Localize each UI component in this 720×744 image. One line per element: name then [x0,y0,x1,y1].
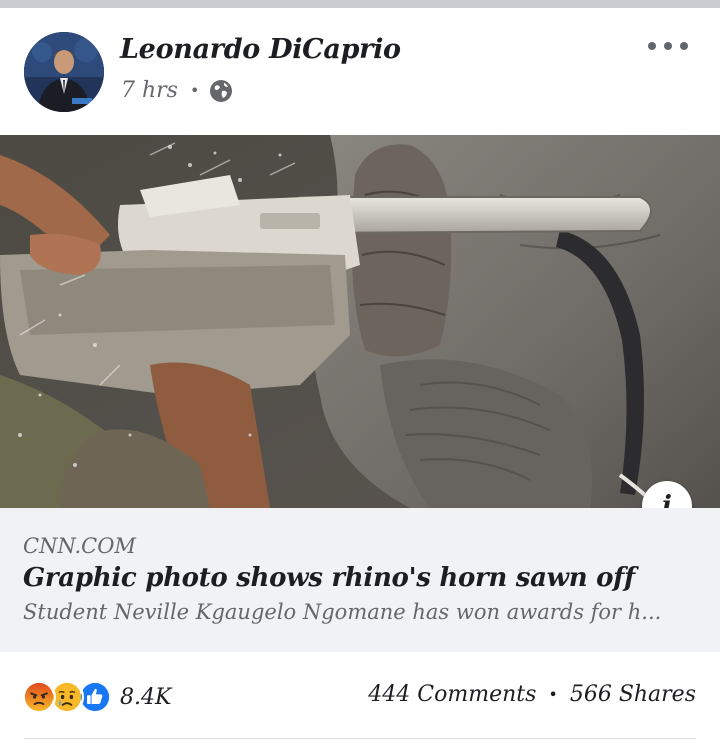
post-timestamp[interactable]: 7 hrs [121,78,178,103]
link-description: Student Neville Kgaugelo Ngomane has won… [23,600,662,624]
comments-shares: 444 Comments • 566 Shares [368,682,696,707]
engagement-bar: 8.4K 444 Comments • 566 Shares [0,652,720,740]
comments-count[interactable]: 444 Comments [368,682,536,707]
reaction-count: 8.4K [120,684,172,710]
post-author-name[interactable]: Leonardo DiCaprio [120,34,401,65]
link-preview[interactable]: CNN.COM Graphic photo shows rhino's horn… [0,508,720,652]
angry-reaction-icon [22,680,56,714]
divider [24,738,696,739]
top-separator [0,0,720,8]
meta-separator: • [189,81,200,100]
rhino-photo [0,135,720,508]
post-header: Leonardo DiCaprio 7 hrs • [0,8,720,136]
globe-icon[interactable] [209,79,233,103]
shares-count[interactable]: 566 Shares [570,682,696,707]
more-horizontal-icon[interactable] [648,36,688,56]
link-headline[interactable]: Graphic photo shows rhino's horn sawn of… [23,563,635,593]
counts-separator: • [548,685,558,704]
reactions-summary[interactable]: 8.4K [22,680,171,714]
link-source: CNN.COM [23,534,136,558]
avatar[interactable] [24,32,104,112]
post-photo[interactable] [0,135,720,508]
post-meta: 7 hrs • [121,78,233,103]
avatar-image [24,32,104,112]
